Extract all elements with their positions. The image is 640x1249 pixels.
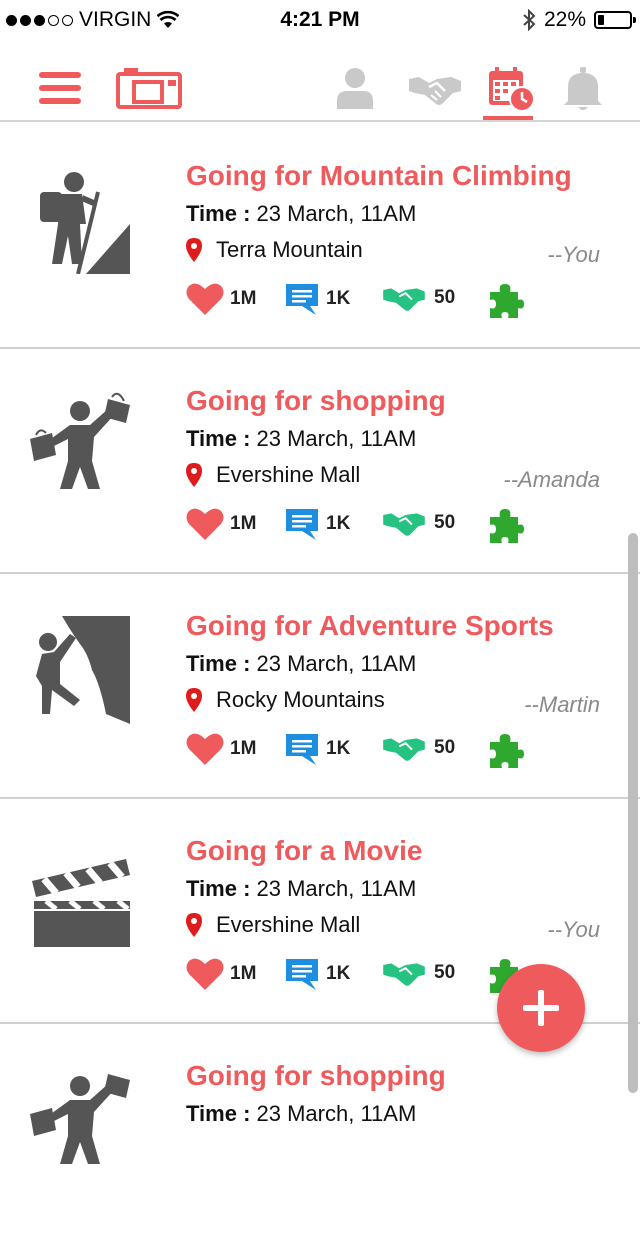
menu-icon[interactable] xyxy=(38,68,82,108)
rock-climber-icon xyxy=(30,614,130,724)
event-location: Evershine Mall xyxy=(186,462,360,488)
event-stats: 1M 1K 50 xyxy=(186,507,586,543)
comment-button[interactable]: 1K xyxy=(284,957,350,991)
event-title[interactable]: Going for shopping xyxy=(186,1060,446,1092)
puzzle-button[interactable] xyxy=(486,732,524,770)
join-count: 50 xyxy=(434,512,456,533)
status-right-group: 22% xyxy=(522,8,636,32)
join-button[interactable]: 50 xyxy=(380,957,455,989)
battery-icon xyxy=(594,11,636,29)
event-time: Time : 23 March, 11AM xyxy=(186,1101,417,1126)
handshake-icon[interactable] xyxy=(406,68,464,110)
event-author: --You xyxy=(547,917,600,942)
event-title[interactable]: Going for Mountain Climbing xyxy=(186,160,572,192)
like-button[interactable]: 1M xyxy=(186,732,256,766)
handshake-icon xyxy=(383,288,425,311)
comment-icon xyxy=(286,509,318,540)
event-title[interactable]: Going for shopping xyxy=(186,385,446,417)
top-navigation-bar xyxy=(0,40,640,122)
event-card[interactable]: Going for shopping Time : 23 March, 11AM xyxy=(0,1024,640,1249)
heart-icon xyxy=(186,958,224,990)
event-location: Evershine Mall xyxy=(186,912,360,938)
puzzle-icon xyxy=(490,509,524,543)
puzzle-icon xyxy=(490,284,524,318)
event-title[interactable]: Going for a Movie xyxy=(186,835,422,867)
event-card[interactable]: Going for Mountain Climbing Time : 23 Ma… xyxy=(0,124,640,349)
active-tab-indicator xyxy=(483,116,533,120)
calendar-icon[interactable] xyxy=(486,66,536,112)
event-title[interactable]: Going for Adventure Sports xyxy=(186,610,554,642)
join-count: 50 xyxy=(434,287,456,308)
event-location: Rocky Mountains xyxy=(186,687,385,713)
event-author: --Martin xyxy=(524,692,600,717)
like-count: 1M xyxy=(230,738,257,759)
hiker-icon xyxy=(30,164,130,275)
heart-icon xyxy=(186,733,224,765)
profile-icon[interactable] xyxy=(334,66,376,110)
bluetooth-icon xyxy=(523,9,536,31)
handshake-icon xyxy=(383,513,425,536)
handshake-icon xyxy=(383,963,425,986)
event-author: --Amanda xyxy=(503,467,600,492)
comment-button[interactable]: 1K xyxy=(284,282,350,316)
event-card[interactable]: Going for Adventure Sports Time : 23 Mar… xyxy=(0,574,640,799)
puzzle-button[interactable] xyxy=(486,282,524,320)
event-card[interactable]: Going for shopping Time : 23 March, 11AM… xyxy=(0,349,640,574)
event-stats: 1M 1K 50 xyxy=(186,732,586,768)
like-button[interactable]: 1M xyxy=(186,282,256,316)
clapperboard-icon xyxy=(30,839,130,949)
event-time: Time : 23 March, 11AM xyxy=(186,876,417,901)
join-count: 50 xyxy=(434,962,456,983)
join-count: 50 xyxy=(434,737,456,758)
comment-icon xyxy=(286,284,318,315)
scrollbar[interactable] xyxy=(628,533,638,1093)
like-button[interactable]: 1M xyxy=(186,957,256,991)
comment-button[interactable]: 1K xyxy=(284,732,350,766)
puzzle-icon xyxy=(490,734,524,768)
location-pin-icon xyxy=(186,688,202,712)
comment-icon xyxy=(286,959,318,990)
battery-percent: 22% xyxy=(543,8,586,31)
comment-count: 1K xyxy=(326,513,351,534)
comment-count: 1K xyxy=(326,288,351,309)
event-author: --You xyxy=(547,242,600,267)
event-location: Terra Mountain xyxy=(186,237,363,263)
comment-count: 1K xyxy=(326,738,351,759)
status-bar: VIRGIN 4:21 PM 22% xyxy=(0,0,640,40)
camera-icon[interactable] xyxy=(114,64,184,112)
join-button[interactable]: 50 xyxy=(380,282,455,314)
event-time: Time : 23 March, 11AM xyxy=(186,201,417,226)
comment-button[interactable]: 1K xyxy=(284,507,350,541)
location-pin-icon xyxy=(186,463,202,487)
event-stats: 1M 1K 50 xyxy=(186,282,586,318)
join-button[interactable]: 50 xyxy=(380,507,455,539)
plus-icon xyxy=(523,990,559,1026)
shopper-icon xyxy=(30,1064,130,1174)
heart-icon xyxy=(186,283,224,315)
add-event-button[interactable] xyxy=(497,964,585,1052)
event-time: Time : 23 March, 11AM xyxy=(186,426,417,451)
location-pin-icon xyxy=(186,238,202,262)
like-button[interactable]: 1M xyxy=(186,507,256,541)
puzzle-button[interactable] xyxy=(486,507,524,545)
heart-icon xyxy=(186,508,224,540)
shopper-icon xyxy=(30,389,130,499)
like-count: 1M xyxy=(230,288,257,309)
like-count: 1M xyxy=(230,513,257,534)
handshake-icon xyxy=(383,738,425,761)
location-pin-icon xyxy=(186,913,202,937)
like-count: 1M xyxy=(230,963,257,984)
comment-icon xyxy=(286,734,318,765)
comment-count: 1K xyxy=(326,963,351,984)
bell-icon[interactable] xyxy=(560,66,606,112)
event-time: Time : 23 March, 11AM xyxy=(186,651,417,676)
join-button[interactable]: 50 xyxy=(380,732,455,764)
